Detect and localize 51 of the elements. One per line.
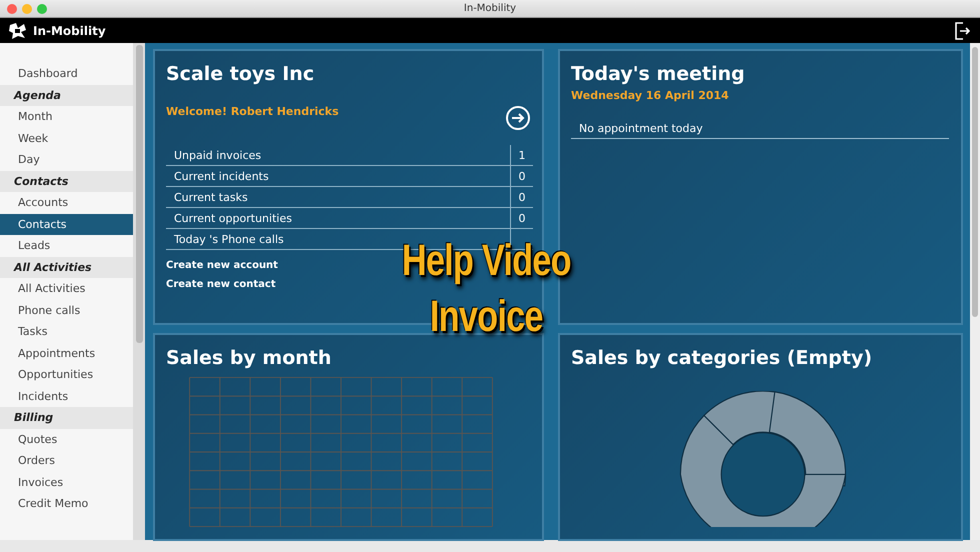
sidebar-item[interactable]: Tasks xyxy=(0,321,133,342)
sidebar-item[interactable]: Dashboard xyxy=(0,63,133,84)
scrollbar-thumb[interactable] xyxy=(136,45,143,343)
sidebar-item[interactable]: Day xyxy=(0,149,133,170)
video-caption: Help Video xyxy=(402,235,571,287)
stat-count: 1 xyxy=(510,145,533,165)
card-title: Sales by month xyxy=(166,347,332,369)
logo-icon xyxy=(8,22,28,40)
app-logo-text: In-Mobility xyxy=(33,24,106,38)
card-title: Scale toys Inc xyxy=(166,63,314,85)
sidebar-item[interactable]: Week xyxy=(0,128,133,149)
sidebar-section-header: All Activities xyxy=(0,256,133,278)
sidebar-item[interactable]: Orders xyxy=(0,450,133,472)
sidebar-item[interactable]: Phone calls xyxy=(0,300,133,321)
sidebar-item[interactable]: Invoices xyxy=(0,472,133,493)
sidebar-item[interactable]: Leads xyxy=(0,235,133,256)
stat-label: Current incidents xyxy=(173,170,270,182)
sidebar-item[interactable]: Month xyxy=(0,106,133,128)
meeting-date: Wednesday 16 April 2014 xyxy=(571,89,729,102)
sidebar-item[interactable]: Appointments xyxy=(0,342,133,364)
stat-label: Unpaid invoices xyxy=(173,148,262,162)
card-title: Sales by categories (Empty) xyxy=(571,347,872,369)
logout-icon[interactable] xyxy=(954,22,970,40)
arrow-circle-icon[interactable] xyxy=(505,105,531,131)
close-icon[interactable] xyxy=(7,4,17,14)
stat-count: 0 xyxy=(510,208,533,228)
sidebar-item[interactable]: All Activities xyxy=(0,278,133,300)
card-title: Today's meeting xyxy=(571,63,745,85)
sidebar-item[interactable]: Contacts xyxy=(0,214,133,235)
stat-label: Current tasks xyxy=(173,190,249,204)
sidebar-item[interactable]: Credit Memo xyxy=(0,493,133,514)
empty-message: No appointment today xyxy=(571,122,949,139)
zoom-icon[interactable] xyxy=(37,4,47,14)
minimize-icon[interactable] xyxy=(22,4,32,14)
sidebar-item[interactable]: Opportunities xyxy=(0,364,133,386)
create-link[interactable]: Create new account xyxy=(166,260,278,271)
scrollbar-thumb[interactable] xyxy=(972,47,978,317)
sidebar-item[interactable]: Incidents xyxy=(0,386,133,407)
stat-label: Today 's Phone calls xyxy=(173,232,285,246)
stat-label: Current opportunities xyxy=(173,212,293,224)
create-link[interactable]: Create new contact xyxy=(166,279,276,290)
sidebar-section-header: Billing xyxy=(0,407,133,428)
welcome-text: Welcome! Robert Hendricks xyxy=(166,105,339,118)
sidebar-section-header: Agenda xyxy=(0,84,133,106)
sidebar-section-header: Contacts xyxy=(0,170,133,192)
sidebar-item[interactable]: Quotes xyxy=(0,428,133,450)
stat-count: 0 xyxy=(510,187,533,207)
window-title: In-Mobility xyxy=(464,3,516,14)
video-caption: Invoice xyxy=(430,291,543,343)
stat-count: 0 xyxy=(510,166,533,186)
sidebar-item[interactable]: Accounts xyxy=(0,192,133,214)
